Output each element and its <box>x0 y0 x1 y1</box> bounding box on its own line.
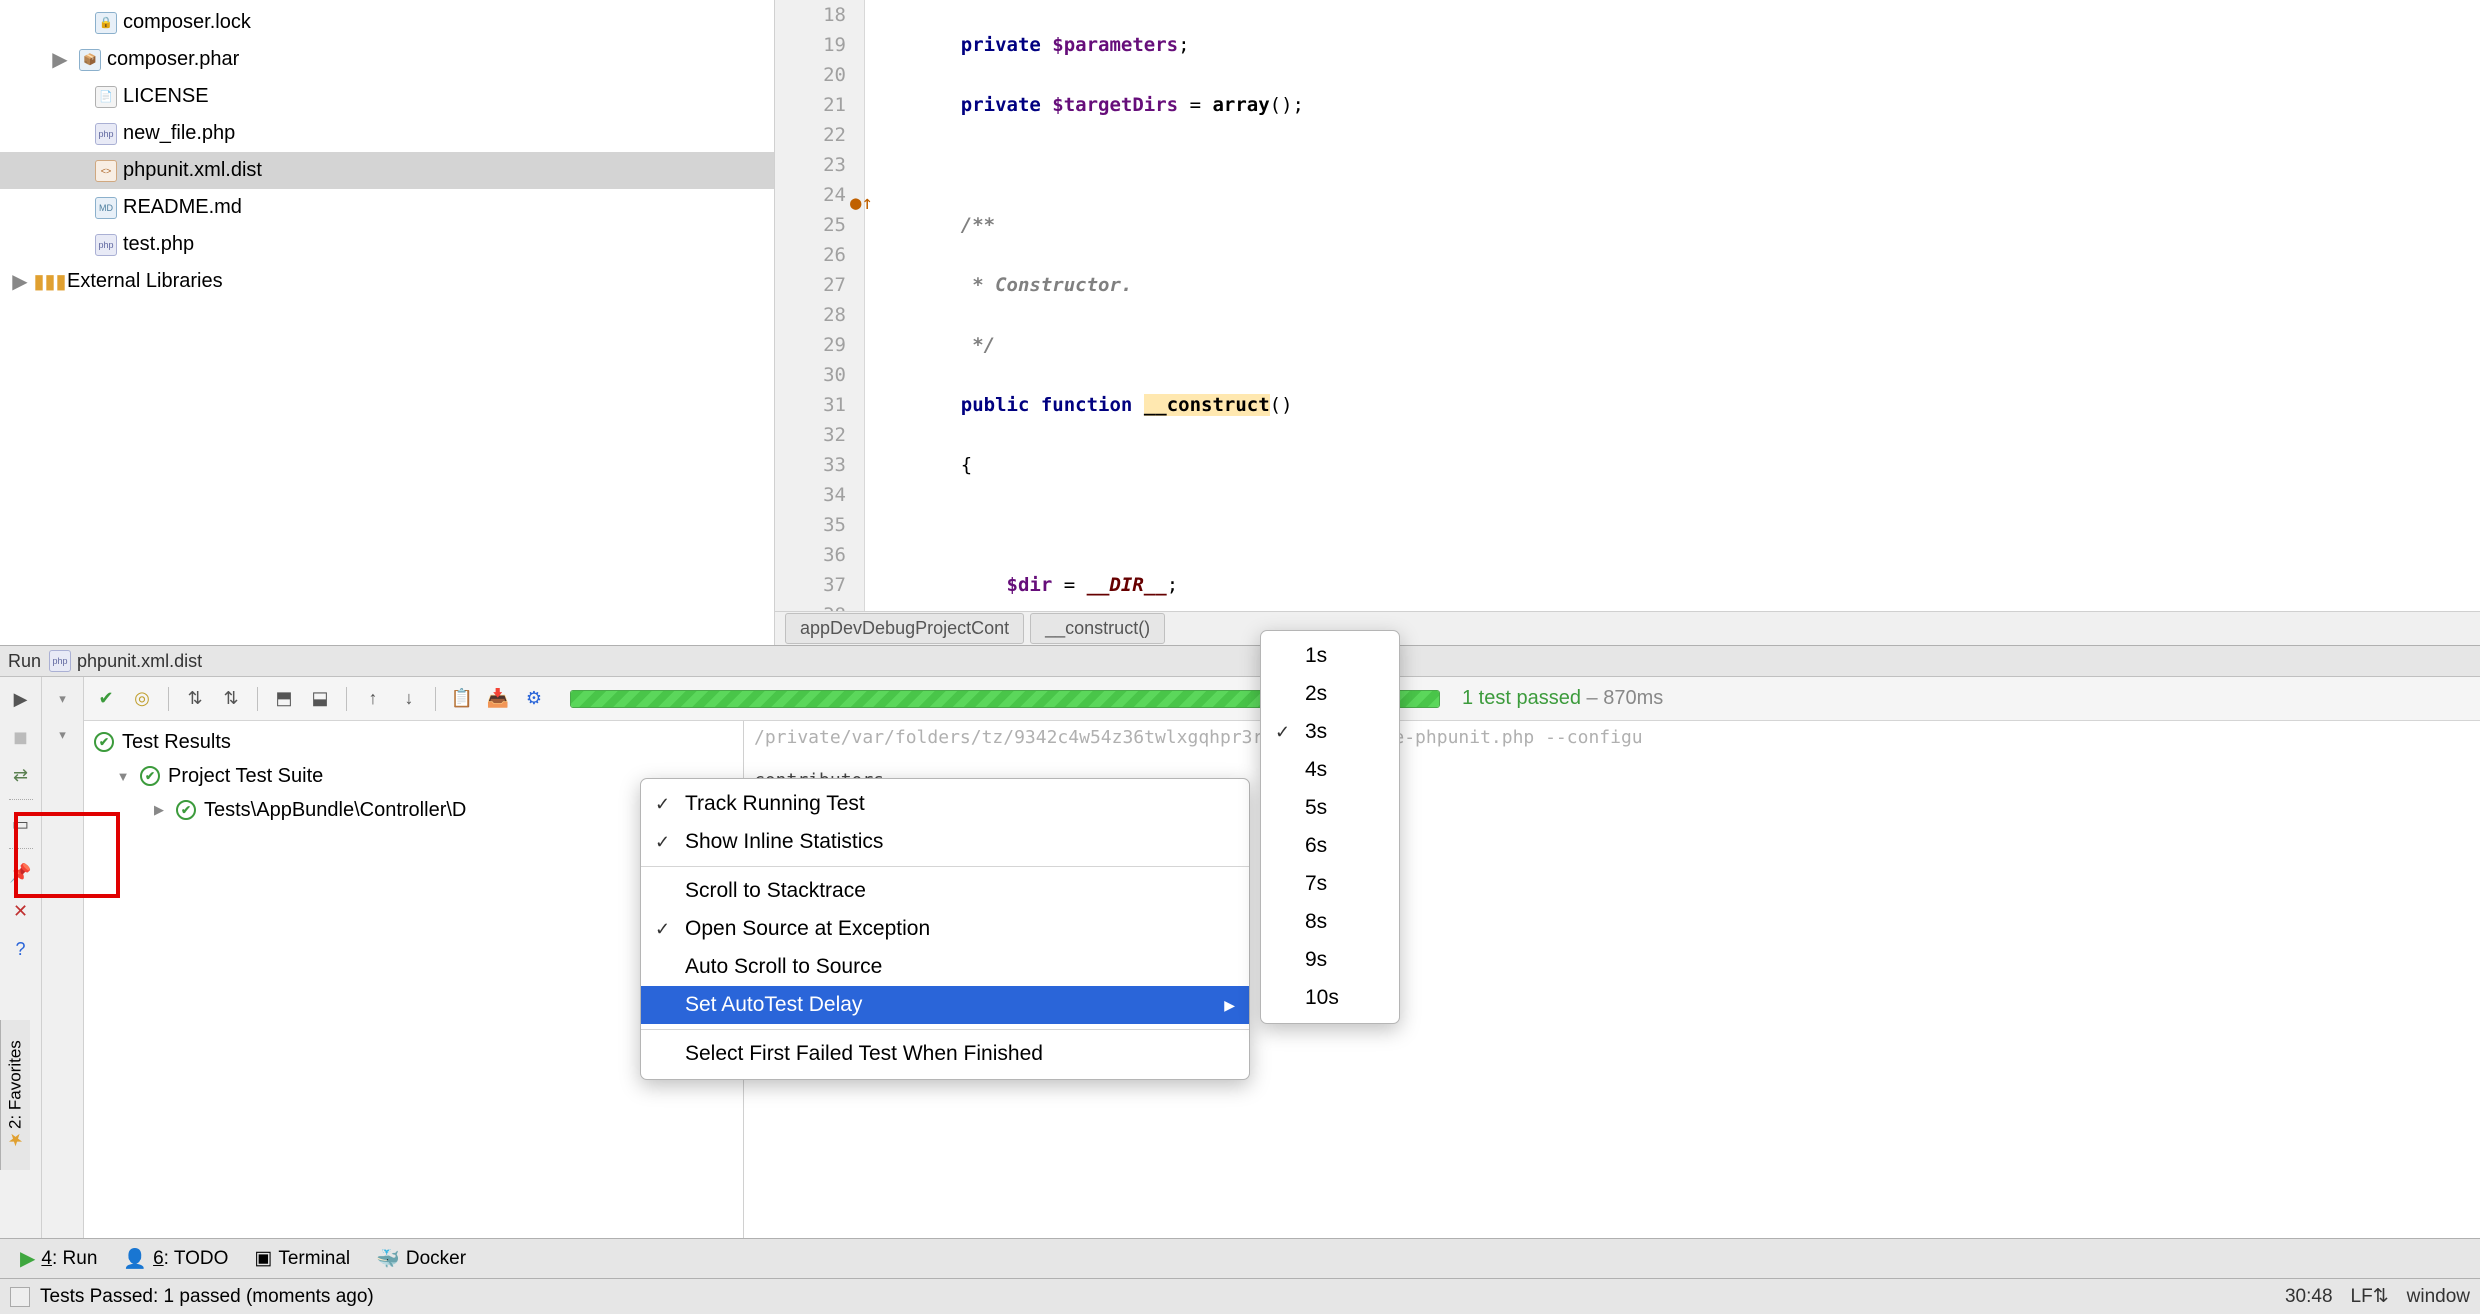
context-menu[interactable]: ✓Track Running Test ✓Show Inline Statist… <box>640 778 1250 1080</box>
settings-icon[interactable]: ⚙ <box>520 685 548 713</box>
delay-option[interactable]: 2s <box>1261 675 1399 713</box>
tree-file-selected[interactable]: <>phpunit.xml.dist <box>0 152 774 189</box>
line-ending[interactable]: LF⇅ <box>2351 1285 2389 1308</box>
expand-icon[interactable]: ▶ <box>150 802 168 818</box>
bottom-tool-bar: ▶4: Run 👤6: TODO ▣Terminal 🐳Docker <box>0 1238 2480 1278</box>
breadcrumb-item[interactable]: appDevDebugProjectCont <box>785 613 1024 644</box>
encoding[interactable]: window <box>2407 1286 2470 1308</box>
file-icon: <> <box>95 160 117 182</box>
terminal-icon: ▣ <box>254 1247 272 1270</box>
collapse-all-icon[interactable]: ⬓ <box>306 685 334 713</box>
submenu-arrow-icon: ▶ <box>1224 997 1235 1014</box>
tree-file[interactable]: ▶📦composer.phar <box>0 41 774 78</box>
export-icon[interactable]: 📋 <box>448 685 476 713</box>
run-label: Run <box>8 651 41 672</box>
tool-terminal[interactable]: ▣Terminal <box>254 1247 350 1270</box>
breadcrumb-item[interactable]: __construct() <box>1030 613 1165 644</box>
pass-icon: ✔ <box>140 766 160 786</box>
favorites-tab[interactable]: ★ 2: Favorites <box>0 1020 30 1170</box>
file-icon: php <box>95 234 117 256</box>
stop-button[interactable]: ◼ <box>7 723 35 751</box>
menu-item-autoscroll[interactable]: Auto Scroll to Source <box>641 948 1249 986</box>
file-icon: 🔒 <box>95 12 117 34</box>
checkmark-icon: ✓ <box>1275 722 1290 743</box>
run-panel-header: Run php phpunit.xml.dist <box>0 645 2480 677</box>
status-text: Tests Passed: 1 passed (moments ago) <box>40 1286 374 1308</box>
checkmark-icon: ✓ <box>655 919 670 940</box>
delay-option[interactable]: 6s <box>1261 827 1399 865</box>
show-ignored-icon[interactable]: ◎ <box>128 685 156 713</box>
caret-position: 30:48 <box>2285 1286 2333 1308</box>
delay-submenu[interactable]: 1s 2s ✓3s 4s 5s 6s 7s 8s 9s 10s <box>1260 630 1400 1024</box>
delay-option[interactable]: 4s <box>1261 751 1399 789</box>
checkmark-icon: ✓ <box>655 832 670 853</box>
expand-icon[interactable]: ▶ <box>51 51 69 69</box>
code-editor[interactable]: 181920212223 24●↑ 2526272829303132333435… <box>775 0 2480 645</box>
file-icon: php <box>95 123 117 145</box>
collapse-button[interactable]: ▾ <box>49 685 77 713</box>
tree-file[interactable]: phpnew_file.php <box>0 115 774 152</box>
toggle-autotest-button[interactable]: ⇄ <box>7 761 35 789</box>
status-icon <box>10 1287 30 1307</box>
delay-option[interactable]: 8s <box>1261 903 1399 941</box>
checkmark-icon: ✓ <box>655 794 670 815</box>
menu-item-scroll-stacktrace[interactable]: Scroll to Stacktrace <box>641 872 1249 910</box>
close-button[interactable]: ✕ <box>7 897 35 925</box>
tool-todo[interactable]: 👤6: TODO <box>123 1247 228 1271</box>
help-button[interactable]: ? <box>7 935 35 963</box>
sort2-icon[interactable]: ⇅ <box>217 685 245 713</box>
import-icon[interactable]: 📥 <box>484 685 512 713</box>
pass-icon: ✔ <box>176 800 196 820</box>
expand-icon[interactable]: ▶ <box>11 273 29 291</box>
status-bar: Tests Passed: 1 passed (moments ago) 30:… <box>0 1278 2480 1314</box>
play-icon: ▶ <box>20 1246 35 1271</box>
delay-option[interactable]: 7s <box>1261 865 1399 903</box>
library-icon: ▮▮▮ <box>39 271 61 293</box>
file-icon: 📦 <box>79 49 101 71</box>
docker-icon: 🐳 <box>376 1247 400 1271</box>
config-icon: php <box>49 650 71 672</box>
tool-run[interactable]: ▶4: Run <box>20 1246 97 1271</box>
delay-option[interactable]: 10s <box>1261 979 1399 1017</box>
delay-option[interactable]: 5s <box>1261 789 1399 827</box>
menu-item-select-first-failed[interactable]: Select First Failed Test When Finished <box>641 1035 1249 1073</box>
code-area[interactable]: private $parameters; private $targetDirs… <box>865 0 2480 611</box>
tree-file[interactable]: MDREADME.md <box>0 189 774 226</box>
test-summary: 1 test passed – 870ms <box>1462 687 1663 710</box>
expand-icon[interactable]: ▼ <box>114 769 132 784</box>
prev-icon[interactable]: ↑ <box>359 685 387 713</box>
run-config-name: phpunit.xml.dist <box>77 651 202 672</box>
expand-button[interactable]: ▾ <box>49 721 77 749</box>
tree-file[interactable]: 📄LICENSE <box>0 78 774 115</box>
run-mid-toolbar: ▾ ▾ <box>42 677 84 1238</box>
menu-item-inline-stats[interactable]: ✓Show Inline Statistics <box>641 823 1249 861</box>
delay-option[interactable]: ✓3s <box>1261 713 1399 751</box>
highlight-box <box>14 812 120 898</box>
tree-file[interactable]: 🔒composer.lock <box>0 4 774 41</box>
external-libraries[interactable]: ▶▮▮▮External Libraries <box>0 263 774 300</box>
rerun-button[interactable]: ▶ <box>7 685 35 713</box>
file-icon: MD <box>95 197 117 219</box>
delay-option[interactable]: 1s <box>1261 637 1399 675</box>
line-gutter: 181920212223 24●↑ 2526272829303132333435… <box>775 0 865 611</box>
expand-all-icon[interactable]: ⬒ <box>270 685 298 713</box>
delay-option[interactable]: 9s <box>1261 941 1399 979</box>
pass-icon: ✔ <box>94 732 114 752</box>
tool-docker[interactable]: 🐳Docker <box>376 1247 466 1271</box>
menu-item-track-running[interactable]: ✓Track Running Test <box>641 785 1249 823</box>
person-icon: 👤 <box>123 1247 147 1271</box>
menu-item-open-source-exc[interactable]: ✓Open Source at Exception <box>641 910 1249 948</box>
show-passed-icon[interactable]: ✔ <box>92 685 120 713</box>
tree-file[interactable]: phptest.php <box>0 226 774 263</box>
sort-icon[interactable]: ⇅ <box>181 685 209 713</box>
file-icon: 📄 <box>95 86 117 108</box>
menu-item-autotest-delay[interactable]: Set AutoTest Delay▶ <box>641 986 1249 1024</box>
project-tree[interactable]: 🔒composer.lock ▶📦composer.phar 📄LICENSE … <box>0 0 775 645</box>
next-icon[interactable]: ↓ <box>395 685 423 713</box>
breadcrumb-bar: appDevDebugProjectCont __construct() <box>775 611 2480 645</box>
